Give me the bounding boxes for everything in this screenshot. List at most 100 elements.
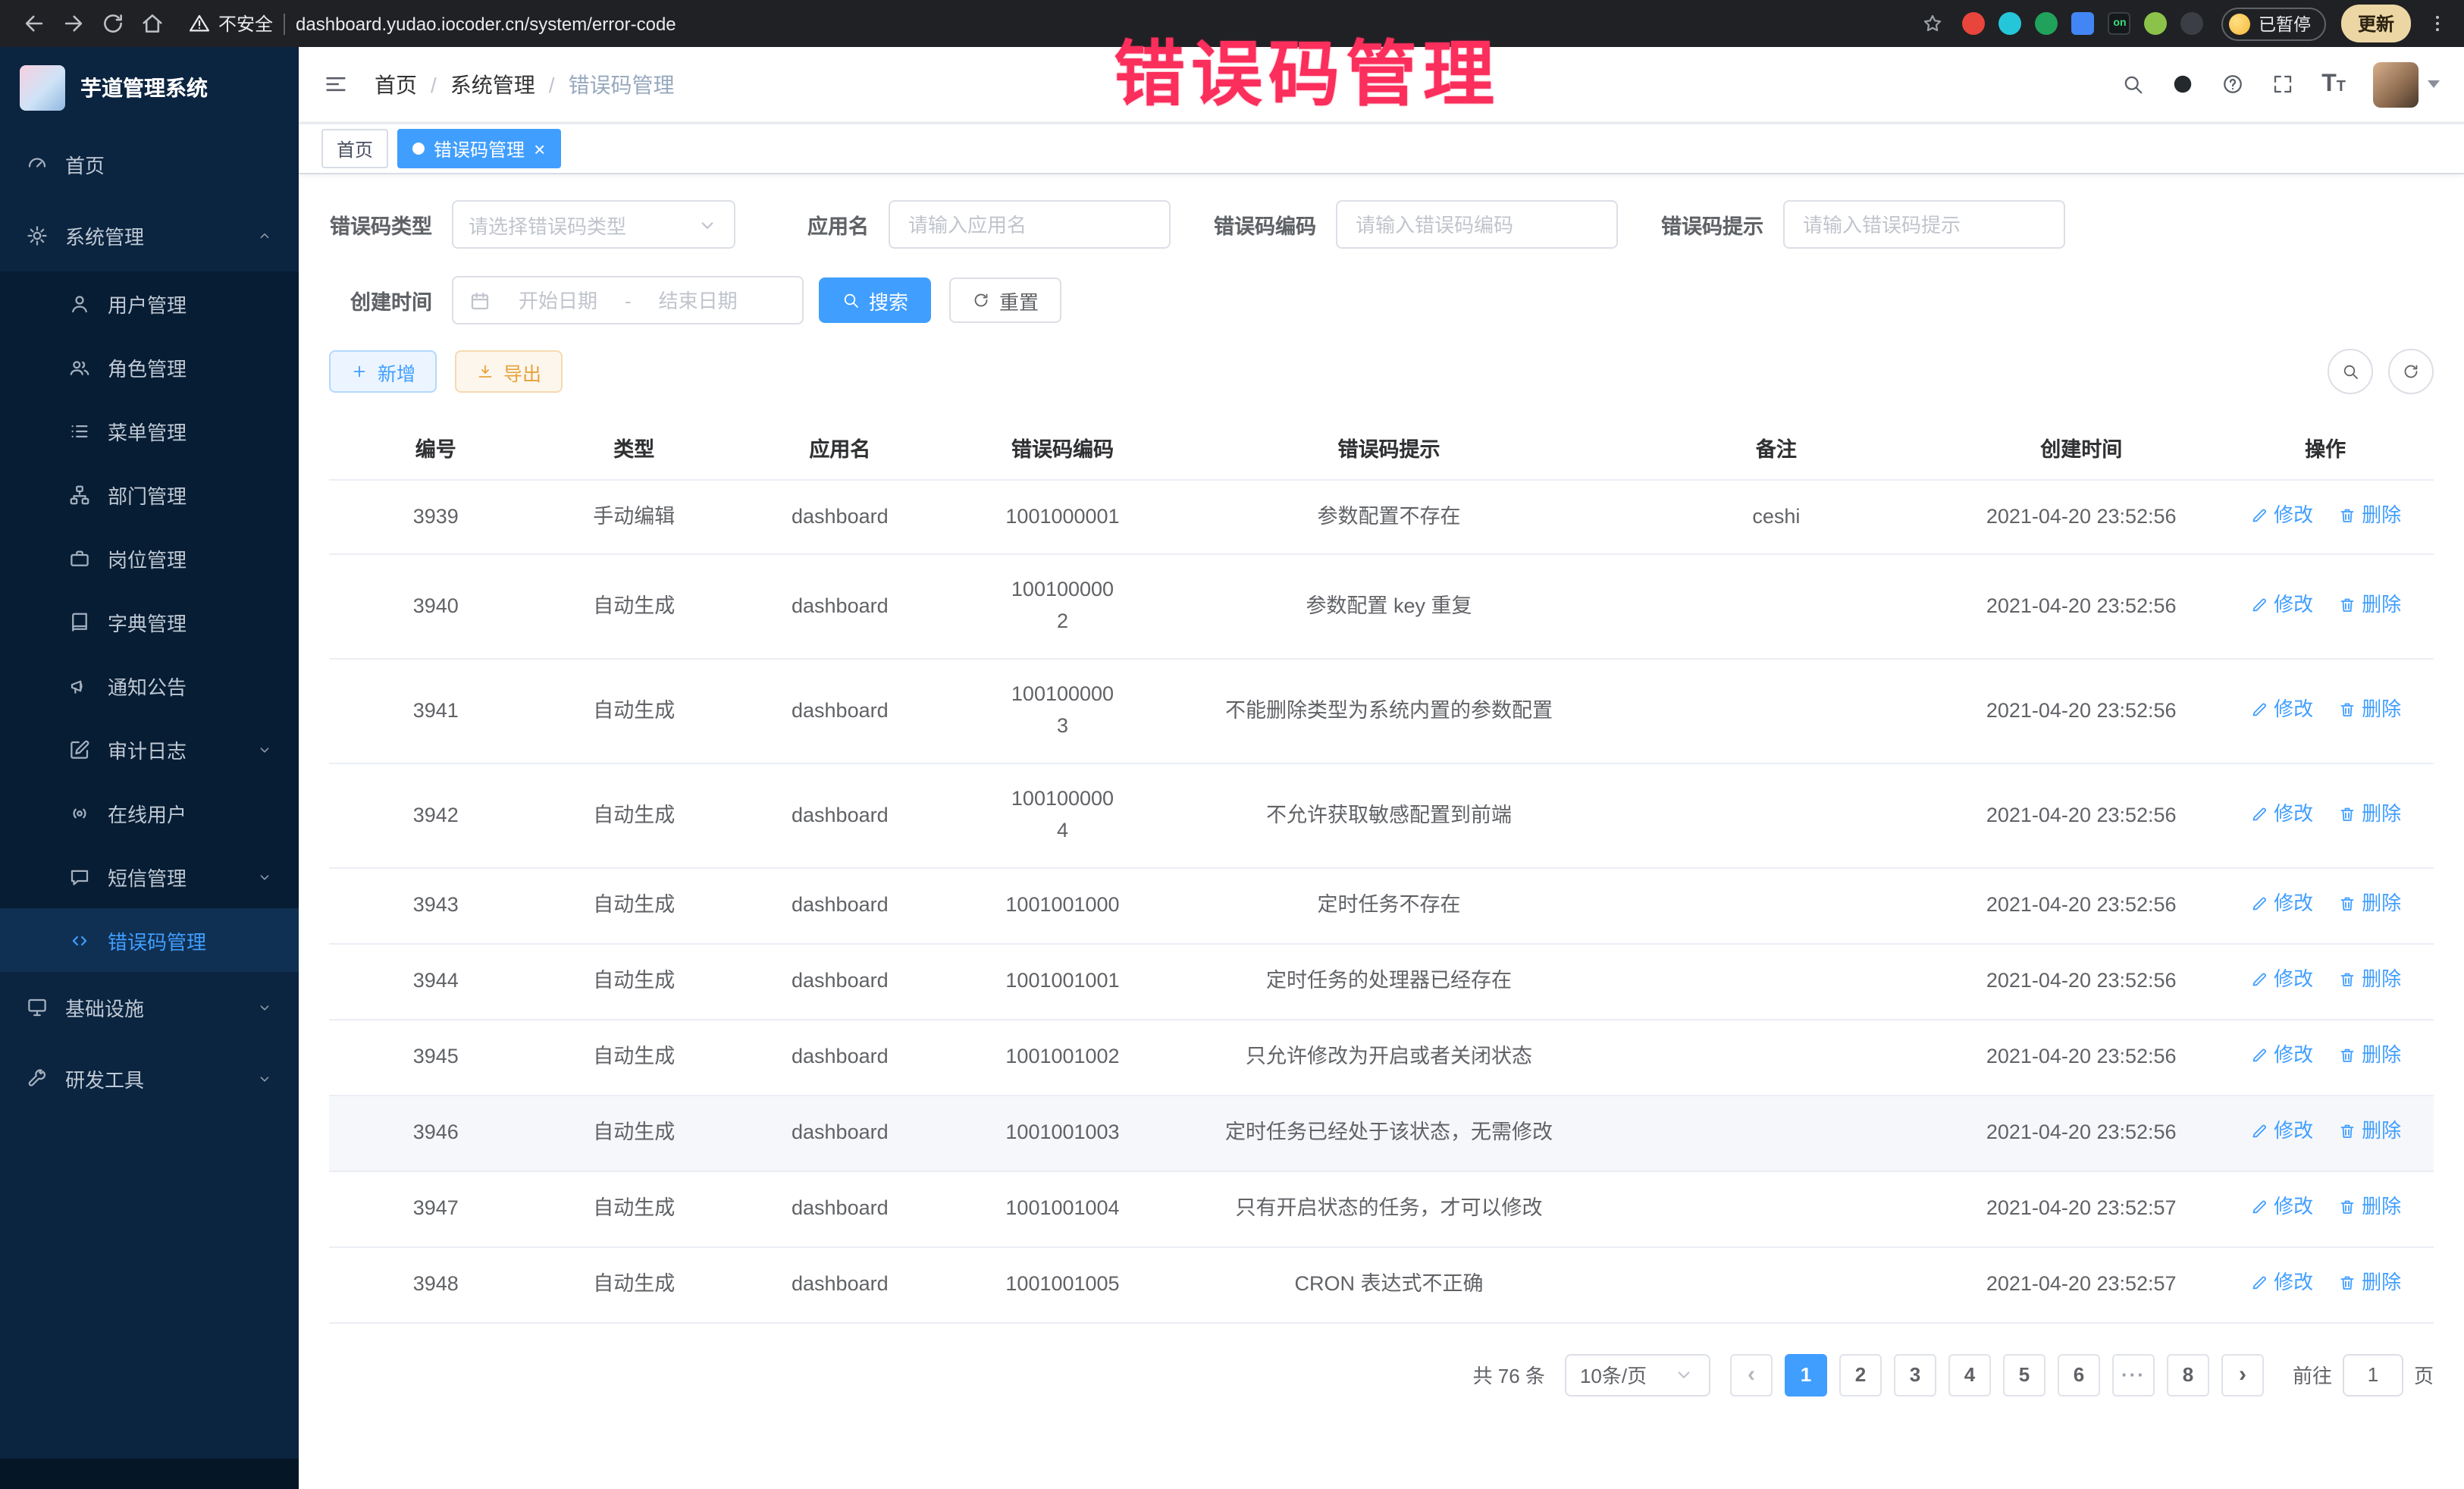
date-range-picker[interactable]: - bbox=[452, 276, 804, 324]
tab-首页[interactable]: 首页 bbox=[321, 129, 388, 168]
edit-link[interactable]: 修改 bbox=[2249, 1192, 2313, 1222]
search-button[interactable]: 搜索 bbox=[819, 277, 931, 323]
page-button-1[interactable]: 1 bbox=[1785, 1354, 1827, 1397]
browser-home-icon[interactable] bbox=[133, 5, 170, 42]
github-icon[interactable] bbox=[2171, 73, 2194, 96]
close-tab-icon[interactable]: × bbox=[534, 139, 545, 158]
font-size-icon[interactable]: TT bbox=[2321, 72, 2346, 96]
sidebar-item-岗位管理[interactable]: 岗位管理 bbox=[0, 526, 299, 590]
goto-page-input[interactable] bbox=[2343, 1354, 2403, 1397]
profile-paused-badge[interactable]: 已暂停 bbox=[2222, 7, 2326, 40]
add-button[interactable]: 新增 bbox=[329, 350, 437, 393]
delete-link[interactable]: 删除 bbox=[2337, 1268, 2401, 1298]
security-warning[interactable]: 不安全 bbox=[188, 11, 273, 36]
edit-link[interactable]: 修改 bbox=[2249, 694, 2313, 725]
extension-on-icon[interactable]: on bbox=[2108, 12, 2131, 35]
search-toggle-button[interactable] bbox=[2328, 349, 2373, 394]
breadcrumb-item[interactable]: 首页 bbox=[375, 69, 417, 99]
sidebar-item-短信管理[interactable]: 短信管理 bbox=[0, 845, 299, 908]
error-code-input[interactable] bbox=[1336, 200, 1618, 249]
export-button[interactable]: 导出 bbox=[455, 350, 563, 393]
edit-link[interactable]: 修改 bbox=[2249, 798, 2313, 829]
sidebar-item-菜单管理[interactable]: 菜单管理 bbox=[0, 399, 299, 462]
extension-icon[interactable] bbox=[2036, 12, 2058, 35]
filter-form-row-1: 错误码类型 请选择错误码类型 应用名 错误码编码 bbox=[329, 200, 2434, 249]
cell-time: 2021-04-20 23:52:56 bbox=[1945, 1020, 2217, 1096]
table-row: 3942自动生成dashboard1001000004不允许获取敏感配置到前端2… bbox=[329, 763, 2434, 868]
cell-time: 2021-04-20 23:52:56 bbox=[1945, 479, 2217, 555]
browser-update-button[interactable]: 更新 bbox=[2341, 5, 2411, 42]
help-icon[interactable] bbox=[2221, 73, 2244, 96]
edit-link[interactable]: 修改 bbox=[2249, 964, 2313, 995]
error-type-select[interactable]: 请选择错误码类型 bbox=[452, 200, 735, 249]
delete-link[interactable]: 删除 bbox=[2337, 590, 2401, 620]
user-menu[interactable] bbox=[2373, 61, 2440, 107]
sidebar-item-系统管理[interactable]: 系统管理 bbox=[0, 200, 299, 271]
tools-icon bbox=[26, 1067, 49, 1090]
delete-link[interactable]: 删除 bbox=[2337, 1192, 2401, 1222]
delete-link[interactable]: 删除 bbox=[2337, 694, 2401, 725]
extension-icon[interactable] bbox=[2145, 12, 2168, 35]
edit-link[interactable]: 修改 bbox=[2249, 1268, 2313, 1298]
address-bar[interactable]: 不安全 dashboard.yudao.iocoder.cn/system/er… bbox=[188, 11, 1945, 36]
delete-link[interactable]: 删除 bbox=[2337, 964, 2401, 995]
browser-back-icon[interactable] bbox=[15, 5, 52, 42]
cell-hint: 定时任务的处理器已经存在 bbox=[1171, 944, 1607, 1020]
bookmark-star-icon[interactable] bbox=[1922, 12, 1945, 35]
sidebar-item-在线用户[interactable]: 在线用户 bbox=[0, 781, 299, 845]
refresh-table-button[interactable] bbox=[2388, 349, 2434, 394]
sidebar-toggle-icon[interactable] bbox=[323, 71, 349, 97]
edit-link[interactable]: 修改 bbox=[2249, 590, 2313, 620]
users-icon bbox=[68, 356, 91, 378]
browser-menu-icon[interactable] bbox=[2426, 12, 2449, 35]
app-name-input[interactable] bbox=[889, 200, 1171, 249]
sidebar-item-角色管理[interactable]: 角色管理 bbox=[0, 335, 299, 399]
sidebar-item-审计日志[interactable]: 审计日志 bbox=[0, 717, 299, 781]
fullscreen-icon[interactable] bbox=[2271, 73, 2294, 96]
browser-reload-icon[interactable] bbox=[94, 5, 130, 42]
end-date-input[interactable] bbox=[642, 289, 754, 312]
edit-link[interactable]: 修改 bbox=[2249, 1040, 2313, 1071]
app-logo[interactable]: 芋道管理系统 bbox=[0, 47, 299, 129]
page-size-select[interactable]: 10条/页 bbox=[1565, 1354, 1710, 1397]
page-button-4[interactable]: 4 bbox=[1948, 1354, 1991, 1397]
sidebar-item-研发工具[interactable]: 研发工具 bbox=[0, 1043, 299, 1114]
page-button-8[interactable]: 8 bbox=[2167, 1354, 2209, 1397]
tab-错误码管理[interactable]: 错误码管理× bbox=[397, 129, 560, 168]
sidebar-item-通知公告[interactable]: 通知公告 bbox=[0, 654, 299, 717]
delete-link[interactable]: 删除 bbox=[2337, 500, 2401, 530]
extension-icon[interactable] bbox=[1999, 12, 2022, 35]
extension-icon[interactable] bbox=[2072, 12, 2095, 35]
error-hint-input[interactable] bbox=[1783, 200, 2065, 249]
extensions-puzzle-icon[interactable] bbox=[2181, 12, 2204, 35]
edit-link[interactable]: 修改 bbox=[2249, 889, 2313, 919]
cell-remark bbox=[1607, 1247, 1946, 1323]
delete-link[interactable]: 删除 bbox=[2337, 798, 2401, 829]
sidebar-item-字典管理[interactable]: 字典管理 bbox=[0, 590, 299, 654]
start-date-input[interactable] bbox=[502, 289, 614, 312]
delete-link[interactable]: 删除 bbox=[2337, 889, 2401, 919]
page-button-2[interactable]: 2 bbox=[1839, 1354, 1882, 1397]
sidebar-item-基础设施[interactable]: 基础设施 bbox=[0, 972, 299, 1043]
extension-icon[interactable] bbox=[1963, 12, 1986, 35]
browser-forward-icon[interactable] bbox=[55, 5, 91, 42]
delete-link[interactable]: 删除 bbox=[2337, 1116, 2401, 1146]
header-search-icon[interactable] bbox=[2121, 73, 2144, 96]
sidebar-item-用户管理[interactable]: 用户管理 bbox=[0, 271, 299, 335]
reset-button[interactable]: 重置 bbox=[949, 277, 1061, 323]
message-icon bbox=[68, 865, 91, 888]
sidebar-item-部门管理[interactable]: 部门管理 bbox=[0, 462, 299, 526]
delete-link[interactable]: 删除 bbox=[2337, 1040, 2401, 1071]
page-button-6[interactable]: 6 bbox=[2058, 1354, 2100, 1397]
edit-link[interactable]: 修改 bbox=[2249, 1116, 2313, 1146]
page-button-5[interactable]: 5 bbox=[2003, 1354, 2045, 1397]
prev-page-button[interactable]: ‹ bbox=[1730, 1354, 1773, 1397]
breadcrumb-item[interactable]: 系统管理 bbox=[450, 69, 535, 99]
pager: ‹ 123456 ··· 8 › bbox=[1730, 1354, 2264, 1397]
more-pages-button[interactable]: ··· bbox=[2112, 1354, 2155, 1397]
sidebar-item-错误码管理[interactable]: 错误码管理 bbox=[0, 908, 299, 972]
sidebar-item-首页[interactable]: 首页 bbox=[0, 129, 299, 200]
next-page-button[interactable]: › bbox=[2221, 1354, 2264, 1397]
edit-link[interactable]: 修改 bbox=[2249, 500, 2313, 530]
page-button-3[interactable]: 3 bbox=[1894, 1354, 1936, 1397]
